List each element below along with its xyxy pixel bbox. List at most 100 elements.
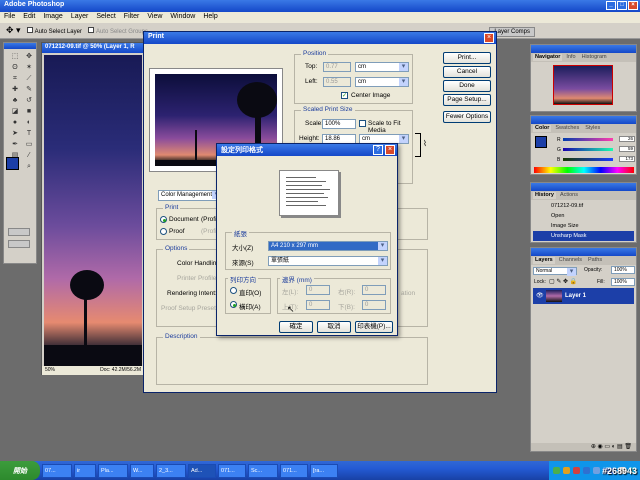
eraser-tool-icon[interactable]: ◪ (9, 107, 21, 116)
color-fg-swatch[interactable] (535, 136, 547, 148)
auto-select-groups-option[interactable]: Auto Select Groups (87, 26, 148, 35)
tab-histogram[interactable]: Histogram (580, 54, 609, 61)
taskbar-item[interactable]: ir (74, 463, 96, 478)
slice-tool-icon[interactable]: ⟋ (23, 74, 35, 83)
scale-field[interactable]: 100% (322, 119, 356, 129)
print-close-button[interactable]: × (484, 33, 494, 43)
navigator-thumbnail[interactable] (553, 65, 613, 105)
center-image-checkbox[interactable]: ✓ (341, 92, 348, 99)
bottom-margin-field[interactable]: 0 (362, 300, 386, 310)
opacity-field[interactable]: 100% (611, 266, 635, 274)
tray-app-icon[interactable] (573, 467, 581, 474)
taskbar-item[interactable]: Sc... (248, 463, 278, 478)
tab-channels[interactable]: Channels (557, 257, 584, 264)
menu-file[interactable]: File (4, 13, 15, 22)
tab-paths[interactable]: Paths (586, 257, 604, 264)
left-unit-select[interactable]: cm (355, 77, 409, 87)
zoom-tool-icon[interactable]: ⌕ (23, 162, 35, 171)
document-radio[interactable] (160, 216, 167, 223)
print-dialog-title[interactable]: Print (144, 32, 496, 44)
help-button[interactable]: ? (373, 145, 383, 155)
tab-layers[interactable]: Layers (533, 257, 555, 264)
path-selection-icon[interactable]: ➤ (9, 129, 21, 138)
document-canvas[interactable] (44, 55, 142, 366)
left-margin-field[interactable]: 0 (306, 285, 330, 295)
history-item[interactable]: Open (533, 211, 634, 221)
panel-grip[interactable] (531, 116, 636, 124)
page-setup-close-button[interactable]: × (385, 145, 395, 155)
panel-grip[interactable] (531, 183, 636, 191)
left-field[interactable]: 0.55 (323, 77, 351, 87)
print-button[interactable]: Print... (443, 52, 491, 64)
marquee-tool-icon[interactable]: ⬚ (9, 52, 21, 61)
quick-mask-icon[interactable] (8, 228, 30, 236)
paper-source-select[interactable]: 單張紙 (268, 256, 388, 266)
move-tool-icon[interactable]: ✥ (23, 52, 35, 61)
blur-tool-icon[interactable]: ● (9, 118, 21, 127)
clone-stamp-icon[interactable]: ♣ (9, 96, 21, 105)
foreground-color-swatch[interactable] (6, 157, 19, 170)
tab-history[interactable]: History (533, 192, 556, 199)
healing-brush-icon[interactable]: ✚ (9, 85, 21, 94)
tray-app-icon[interactable] (593, 467, 601, 474)
tray-app-icon[interactable] (583, 467, 591, 474)
crop-tool-icon[interactable]: ⌗ (9, 74, 21, 83)
minimize-button[interactable]: _ (606, 1, 616, 10)
proof-radio[interactable] (160, 228, 167, 235)
zoom-level[interactable]: 50% (45, 367, 55, 374)
menu-image[interactable]: Image (43, 13, 62, 22)
lasso-tool-icon[interactable]: ʘ (9, 63, 21, 72)
top-field[interactable]: 0.77 (323, 62, 351, 72)
tray-app-icon[interactable] (553, 467, 561, 474)
type-tool-icon[interactable]: T (23, 129, 35, 138)
tab-styles[interactable]: Styles (583, 125, 602, 132)
magic-wand-icon[interactable]: ✶ (23, 63, 35, 72)
done-button[interactable]: Done (443, 80, 491, 92)
taskbar-item[interactable]: [ra... (310, 463, 338, 478)
page-setup-button[interactable]: Page Setup... (443, 94, 491, 106)
printer-button[interactable]: 印表機(P)... (355, 321, 393, 333)
menu-edit[interactable]: Edit (23, 13, 35, 22)
shape-tool-icon[interactable]: ▭ (23, 140, 35, 149)
auto-select-layer-option[interactable]: Auto Select Layer (26, 26, 82, 35)
scale-to-fit-checkbox[interactable] (359, 120, 366, 127)
history-snapshot[interactable]: 071212-09.tif (533, 201, 634, 211)
tab-navigator[interactable]: Navigator (533, 54, 563, 61)
tab-actions[interactable]: Actions (558, 192, 580, 199)
gradient-tool-icon[interactable]: ■ (23, 107, 35, 116)
top-unit-select[interactable]: cm (355, 62, 409, 72)
portrait-radio[interactable] (230, 287, 237, 294)
auto-select-layer-checkbox[interactable] (26, 26, 33, 33)
panel-grip[interactable] (531, 45, 636, 53)
eyedropper-icon[interactable]: ⁄ (23, 151, 35, 160)
right-margin-field[interactable]: 0 (362, 285, 386, 295)
tab-swatches[interactable]: Swatches (553, 125, 581, 132)
start-button[interactable]: 開始 (0, 461, 40, 480)
history-brush-icon[interactable]: ↺ (23, 96, 35, 105)
taskbar-item[interactable]: 071... (280, 463, 308, 478)
green-slider[interactable]: G 59 (557, 146, 635, 153)
page-setup-title[interactable]: 設定列印格式 (217, 144, 397, 156)
history-item[interactable]: Image Size (533, 221, 634, 231)
red-value[interactable]: 26 (619, 136, 635, 142)
color-ramp[interactable] (534, 167, 634, 173)
document-title[interactable]: 071212-09.tif @ 50% (Layer 1, R (42, 43, 144, 53)
menu-window[interactable]: Window (170, 13, 195, 22)
landscape-radio[interactable] (230, 301, 237, 308)
panel-grip[interactable] (531, 248, 636, 256)
green-value[interactable]: 59 (619, 146, 635, 152)
taskbar-item[interactable]: 2_3... (156, 463, 186, 478)
screen-mode-icon[interactable] (8, 240, 30, 248)
cancel-button[interactable]: Cancel (443, 66, 491, 78)
output-mode-select[interactable]: Color Management (158, 190, 222, 201)
cancel-button[interactable]: 取消 (317, 321, 351, 333)
menu-layer[interactable]: Layer (71, 13, 89, 22)
menu-view[interactable]: View (147, 13, 162, 22)
fill-field[interactable]: 100% (611, 278, 635, 286)
dodge-tool-icon[interactable]: ◐ (23, 118, 35, 127)
blue-value[interactable]: 173 (619, 156, 635, 162)
eye-icon[interactable]: 👁 (536, 288, 544, 304)
red-slider[interactable]: R 26 (557, 136, 635, 143)
menu-help[interactable]: Help (203, 13, 217, 22)
maximize-button[interactable]: □ (617, 1, 627, 10)
